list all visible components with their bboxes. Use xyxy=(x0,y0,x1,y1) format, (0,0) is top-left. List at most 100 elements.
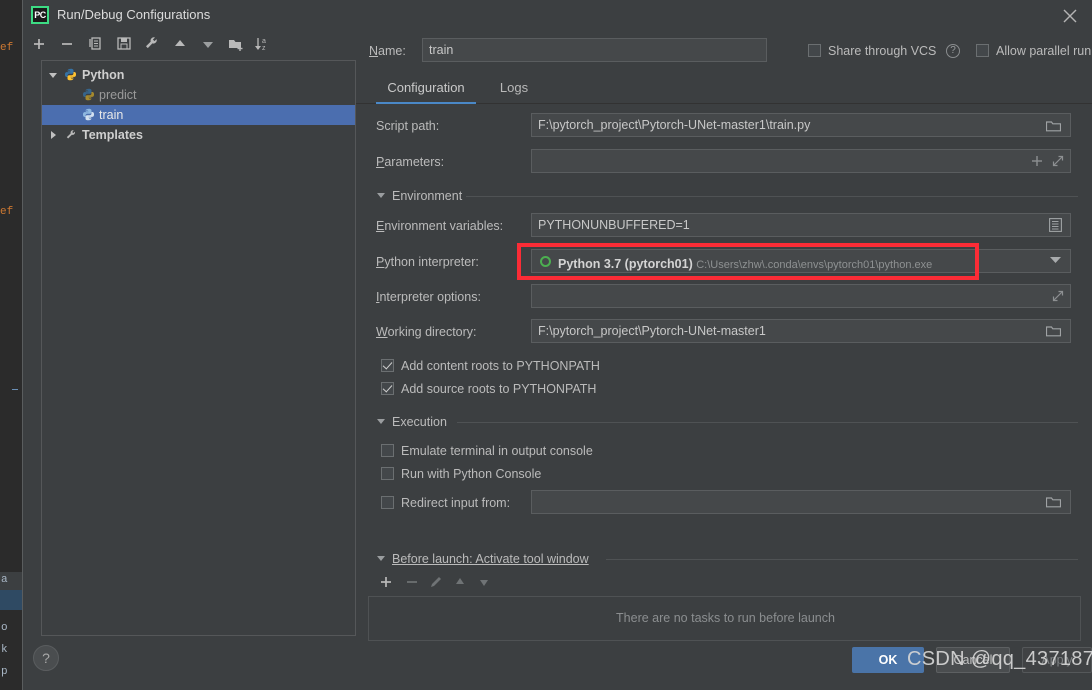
name-label: NName:ame: xyxy=(369,44,406,58)
edit-templates-button[interactable] xyxy=(141,32,163,56)
run-debug-configurations-dialog: PC Run/Debug Configurations a z Python p… xyxy=(22,0,1092,690)
working-directory-browse-folder-icon[interactable] xyxy=(1046,325,1061,337)
working-directory-input[interactable]: F:\pytorch_project\Pytorch-UNet-master1 xyxy=(531,319,1071,343)
tab-logs-label: Logs xyxy=(499,80,529,95)
run-with-python-console-checkbox[interactable] xyxy=(381,467,394,480)
parameters-input[interactable] xyxy=(531,149,1071,173)
interpreter-options-expand-icon[interactable] xyxy=(1052,290,1064,302)
help-button[interactable]: ? xyxy=(33,645,59,671)
tool-fragment: o xyxy=(1,622,8,634)
tab-configuration-label: Configuration xyxy=(387,80,465,95)
share-through-vcs-label[interactable]: Share through VCS xyxy=(828,44,936,58)
share-through-vcs-checkbox[interactable] xyxy=(808,44,821,57)
before-launch-task-list[interactable]: There are no tasks to run before launch xyxy=(368,596,1081,641)
dialog-title: Run/Debug Configurations xyxy=(57,7,211,22)
environment-section-divider xyxy=(466,196,1078,197)
tree-item-predict[interactable]: predict xyxy=(42,85,355,105)
editor-dash-marker xyxy=(12,389,18,390)
parameters-label: Parameters: xyxy=(376,155,445,169)
tool-window-rows: o k p xyxy=(0,610,22,690)
before-launch-empty-message: There are no tasks to run before launch xyxy=(616,611,835,625)
before-launch-divider xyxy=(606,559,1078,560)
share-vcs-help-icon[interactable]: ? xyxy=(946,44,960,58)
before-launch-title: Before launch: Activate tool window xyxy=(392,552,589,566)
tree-item-templates[interactable]: Templates xyxy=(42,125,355,145)
editor-tabs: Configuration Logs xyxy=(356,74,1092,104)
add-configuration-button[interactable] xyxy=(29,32,51,56)
before-launch-toolbar xyxy=(368,572,568,594)
python-icon xyxy=(82,88,95,101)
sort-configurations-button[interactable]: a z xyxy=(251,32,273,56)
script-path-browse-folder-icon[interactable] xyxy=(1046,120,1061,132)
configuration-editor-panel: NName:ame: train Share through VCS ? All… xyxy=(356,0,1092,690)
parameters-expand-icon[interactable] xyxy=(1052,155,1064,167)
move-down-button[interactable] xyxy=(197,32,219,56)
redirect-input-label[interactable]: Redirect input from: xyxy=(401,496,510,510)
tool-window-selected-row xyxy=(0,590,22,610)
redirect-input-browse-folder-icon[interactable] xyxy=(1046,496,1061,508)
python-interpreter-value: Python 3.7 (pytorch01) C:\Users\zhw\.con… xyxy=(558,253,933,272)
copy-configuration-button[interactable] xyxy=(85,32,107,56)
tab-configuration[interactable]: Configuration xyxy=(376,74,476,104)
run-with-python-console-label[interactable]: Run with Python Console xyxy=(401,467,541,481)
python-icon xyxy=(82,108,95,121)
screen: ef ef a o k p PC Run/Debug Configuration… xyxy=(0,0,1092,690)
code-fragment: ef xyxy=(0,42,14,54)
tree-item-label: Templates xyxy=(82,128,143,142)
script-path-input[interactable]: F:\pytorch_project\Pytorch-UNet-master1\… xyxy=(531,113,1071,137)
python-interpreter-select[interactable]: Python 3.7 (pytorch01) C:\Users\zhw\.con… xyxy=(531,249,1071,273)
remove-configuration-button[interactable] xyxy=(57,32,79,56)
editor-strip xyxy=(0,0,22,572)
python-icon xyxy=(64,68,77,81)
execution-section-divider xyxy=(457,422,1078,423)
remove-task-button[interactable] xyxy=(402,572,424,592)
new-folder-button[interactable] xyxy=(225,32,247,56)
pycharm-icon: PC xyxy=(31,6,49,24)
allow-parallel-run-checkbox[interactable] xyxy=(976,44,989,57)
tree-item-label: predict xyxy=(99,88,137,102)
move-up-button[interactable] xyxy=(169,32,191,56)
redirect-input-path-input[interactable] xyxy=(531,490,1071,514)
tree-item-python[interactable]: Python xyxy=(42,65,355,85)
task-move-down-button[interactable] xyxy=(474,572,496,592)
python-interpreter-dropdown-icon[interactable] xyxy=(1050,256,1061,264)
triangle-right-icon[interactable] xyxy=(48,130,58,140)
tool-fragment: a xyxy=(1,574,8,586)
interpreter-options-input[interactable] xyxy=(531,284,1071,308)
triangle-down-icon[interactable] xyxy=(48,70,58,80)
environment-variables-edit-icon[interactable] xyxy=(1049,218,1062,232)
script-path-label: Script path: xyxy=(376,119,440,133)
edit-task-button[interactable] xyxy=(426,572,448,592)
svg-text:z: z xyxy=(262,45,266,52)
add-source-roots-checkbox[interactable] xyxy=(381,382,394,395)
emulate-terminal-checkbox[interactable] xyxy=(381,444,394,457)
tab-logs[interactable]: Logs xyxy=(486,74,542,104)
tool-fragment: k xyxy=(1,644,8,656)
before-launch-expander[interactable] xyxy=(377,556,385,561)
tool-window-row: a xyxy=(0,572,22,590)
environment-section-title: Environment xyxy=(392,189,463,203)
environment-variables-input[interactable]: PYTHONUNBUFFERED=1 xyxy=(531,213,1071,237)
save-configuration-button[interactable] xyxy=(113,32,135,56)
interpreter-options-label: Interpreter options: xyxy=(376,290,481,304)
python-interpreter-path: C:\Users\zhw\.conda\envs\pytorch01\pytho… xyxy=(696,259,933,271)
parameters-add-icon[interactable] xyxy=(1031,155,1043,167)
name-input[interactable]: train xyxy=(422,38,767,62)
add-source-roots-label[interactable]: Add source roots to PYTHONPATH xyxy=(401,382,596,396)
working-directory-label: Working directory: xyxy=(376,325,477,339)
execution-section-expander[interactable] xyxy=(377,419,385,424)
environment-section-expander[interactable] xyxy=(377,193,385,198)
emulate-terminal-label[interactable]: Emulate terminal in output console xyxy=(401,444,593,458)
tree-item-label: Python xyxy=(82,68,125,82)
tree-item-train[interactable]: train xyxy=(42,105,355,125)
configurations-toolbar: a z xyxy=(23,32,356,60)
add-content-roots-label[interactable]: Add content roots to PYTHONPATH xyxy=(401,359,600,373)
add-content-roots-checkbox[interactable] xyxy=(381,359,394,372)
add-task-button[interactable] xyxy=(376,572,398,592)
redirect-input-checkbox[interactable] xyxy=(381,496,394,509)
task-move-up-button[interactable] xyxy=(450,572,472,592)
tree-item-label: train xyxy=(99,108,124,122)
configurations-tree[interactable]: Python predict train Templates xyxy=(41,60,356,636)
allow-parallel-run-label[interactable]: Allow parallel run xyxy=(996,44,1091,58)
wrench-icon xyxy=(64,128,77,141)
